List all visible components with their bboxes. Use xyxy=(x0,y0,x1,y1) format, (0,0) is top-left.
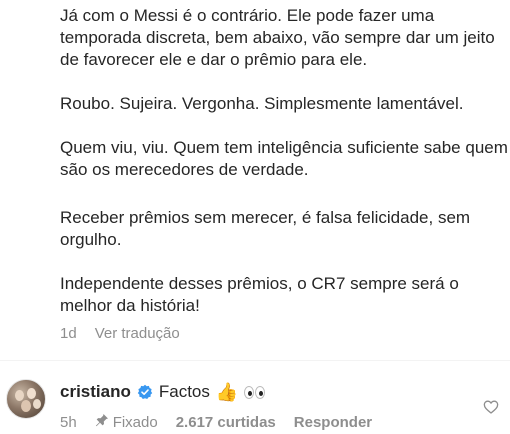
eye-icon xyxy=(244,385,255,399)
heart-icon[interactable] xyxy=(483,399,499,415)
avatar-face xyxy=(21,400,31,412)
reply-username[interactable]: cristiano xyxy=(60,381,131,403)
comment-paragraph: Já com o Messi é o contrário. Ele pode f… xyxy=(60,6,495,69)
divider xyxy=(0,360,510,361)
avatar-face xyxy=(33,399,41,409)
pin-icon xyxy=(95,413,109,431)
comment-time: 1d xyxy=(60,325,77,342)
avatar-face xyxy=(27,388,36,399)
comment-paragraph: Independente desses prêmios, o CR7 sempr… xyxy=(60,274,459,315)
reply-time: 5h xyxy=(60,413,77,431)
eye-icon xyxy=(255,385,266,399)
avatar[interactable] xyxy=(6,379,46,419)
pinned-label: Fixado xyxy=(112,413,158,431)
likes-count[interactable]: 2.617 curtidas xyxy=(176,414,276,431)
reply-text: Factos xyxy=(158,382,210,401)
reply-line: cristiano Factos 👍 xyxy=(60,381,266,403)
comment-paragraph: Quem viu, viu. Quem tem inteligência suf… xyxy=(60,138,508,179)
reply-meta: 5h Fixado 2.617 curtidas Responder xyxy=(60,413,372,431)
avatar-face xyxy=(15,390,24,401)
eyes-icon xyxy=(244,385,266,399)
comment-meta: 1d Ver tradução xyxy=(60,325,180,342)
verified-badge-icon xyxy=(137,384,153,400)
translate-link[interactable]: Ver tradução xyxy=(95,325,180,342)
thumbs-up-emoji: 👍 xyxy=(215,382,239,402)
comment-paragraph: Roubo. Sujeira. Vergonha. Simplesmente l… xyxy=(60,94,464,113)
pinned-indicator: Fixado xyxy=(95,413,158,431)
reply-button[interactable]: Responder xyxy=(294,414,372,431)
comment-paragraph: Receber prêmios sem merecer, é falsa fel… xyxy=(60,208,471,249)
